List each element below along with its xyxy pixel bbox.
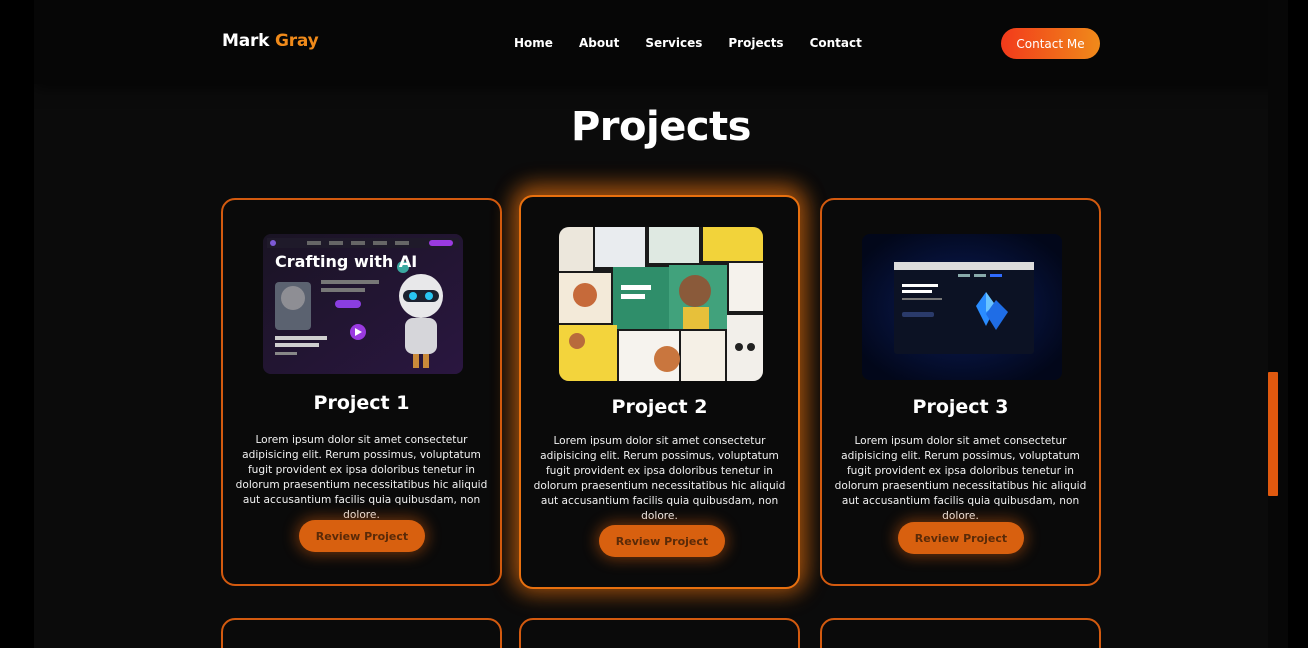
project-1-thumbnail-headline: Crafting with AI — [275, 252, 418, 271]
project-card-3: Project 3 Lorem ipsum dolor sit amet con… — [820, 198, 1101, 586]
project-1-review-button[interactable]: Review Project — [299, 520, 425, 552]
section-title: Projects — [570, 104, 752, 150]
project-3-description: Lorem ipsum dolor sit amet consectetur a… — [834, 435, 1087, 522]
nav-link-services[interactable]: Services — [645, 36, 702, 50]
project-2-thumbnail-image — [559, 227, 763, 381]
project-card-2: Project 2 Lorem ipsum dolor sit amet con… — [519, 195, 800, 589]
project-2-thumbnail[interactable] — [559, 227, 763, 381]
scrollbar-thumb[interactable] — [1268, 372, 1278, 496]
project-1-thumbnail[interactable]: Crafting with AI — [263, 234, 463, 374]
project-card-6-partial — [820, 618, 1101, 648]
nav-link-contact[interactable]: Contact — [810, 36, 862, 50]
project-card-1: Crafting with AI Project 1 Lorem ipsum d… — [221, 198, 502, 586]
logo-last-name: Gray — [275, 31, 319, 51]
logo[interactable]: Mark Gray — [222, 31, 319, 51]
logo-first-name: Mark — [222, 31, 270, 51]
contact-me-button[interactable]: Contact Me — [1001, 28, 1100, 59]
project-3-review-button[interactable]: Review Project — [898, 522, 1024, 554]
scrollbar-track[interactable] — [1268, 0, 1288, 648]
project-2-description: Lorem ipsum dolor sit amet consectetur a… — [533, 435, 786, 522]
project-3-title: Project 3 — [912, 396, 1009, 418]
project-3-thumbnail-image — [862, 234, 1062, 380]
project-3-thumbnail[interactable] — [862, 234, 1062, 380]
project-1-title: Project 1 — [313, 392, 410, 414]
project-card-5-partial — [519, 618, 800, 648]
nav-link-about[interactable]: About — [579, 36, 619, 50]
project-card-4-partial — [221, 618, 502, 648]
navbar: Mark Gray Home About Services Projects C… — [34, 0, 1288, 84]
page-frame: Mark Gray Home About Services Projects C… — [34, 0, 1288, 648]
nav-links: Home About Services Projects Contact — [514, 36, 888, 50]
project-2-review-button[interactable]: Review Project — [599, 525, 725, 557]
nav-link-home[interactable]: Home — [514, 36, 553, 50]
project-1-description: Lorem ipsum dolor sit amet consectetur a… — [235, 434, 488, 521]
nav-link-projects[interactable]: Projects — [728, 36, 783, 50]
project-2-title: Project 2 — [611, 396, 708, 418]
